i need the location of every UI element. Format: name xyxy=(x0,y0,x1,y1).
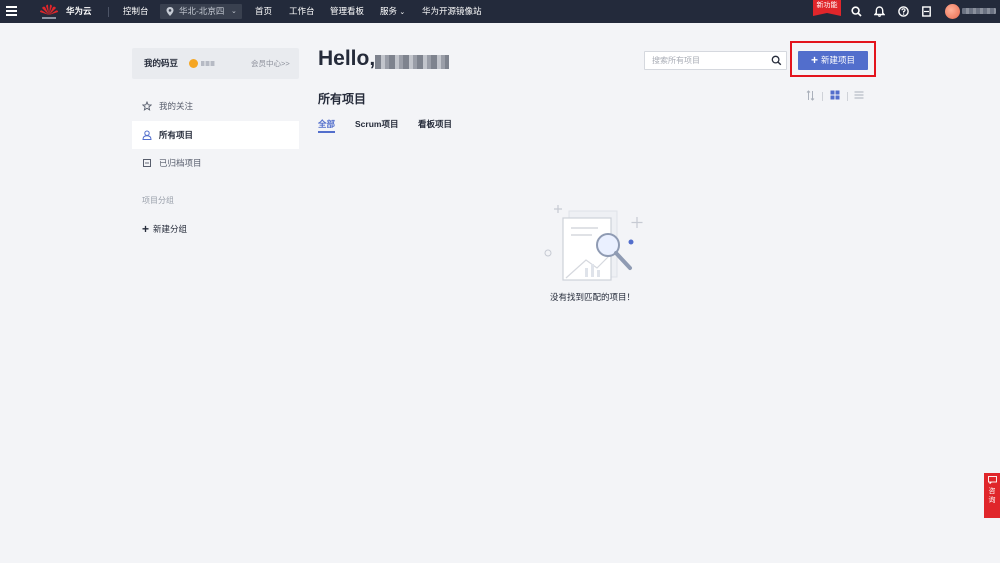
member-center-link[interactable]: 会员中心>> xyxy=(251,48,290,79)
chevron-down-icon: ⌄ xyxy=(231,8,237,15)
section-title: 所有项目 xyxy=(318,92,367,106)
new-project-label: 新建项目 xyxy=(821,55,856,65)
location-pin-icon xyxy=(166,7,174,16)
nav-services-label: 服务 xyxy=(380,6,398,16)
sidebar-item-label: 已归档项目 xyxy=(159,158,202,168)
region-selector[interactable]: 华北-北京四 ⌄ xyxy=(160,4,242,19)
sort-icon[interactable] xyxy=(806,90,815,101)
user-icon xyxy=(142,130,152,140)
divider xyxy=(108,7,109,17)
consult-label: 咨 询 xyxy=(988,488,996,504)
consult-float-button[interactable]: 咨 询 xyxy=(984,473,1000,518)
sidebar-item-archived[interactable]: 已归档项目 xyxy=(132,149,299,177)
empty-state-illustration xyxy=(544,205,643,281)
bell-icon[interactable] xyxy=(874,6,885,17)
search-icon[interactable] xyxy=(851,6,862,17)
username-redacted xyxy=(375,55,449,69)
empty-state-message: 没有找到匹配的项目！ xyxy=(549,292,635,302)
nav-dashboard[interactable]: 管理看板 xyxy=(330,0,364,23)
nav-workbench[interactable]: 工作台 xyxy=(289,0,315,23)
list-view-icon[interactable] xyxy=(854,90,864,100)
grid-view-icon[interactable] xyxy=(830,90,840,100)
region-label: 华北-北京四 xyxy=(179,6,225,16)
tab-all[interactable]: 全部 xyxy=(318,118,335,130)
nav-services[interactable]: 服务 ⌄ xyxy=(380,0,405,23)
sidebar-item-all-projects[interactable]: 所有项目 xyxy=(132,121,299,149)
coin-value-redacted xyxy=(201,61,215,66)
sidebar-item-label: 所有项目 xyxy=(159,130,194,140)
coin-icon xyxy=(189,59,198,68)
username-redacted[interactable] xyxy=(962,8,996,14)
chevron-down-icon: ⌄ xyxy=(399,9,406,16)
new-project-button[interactable]: + 新建项目 xyxy=(798,51,868,70)
brand-name[interactable]: 华为云 xyxy=(66,0,92,23)
search-placeholder: 搜索所有项目 xyxy=(652,56,700,65)
tab-kanban[interactable]: 看板项目 xyxy=(418,118,452,130)
huawei-logo[interactable] xyxy=(38,3,60,20)
active-tab-indicator xyxy=(318,131,335,133)
console-link[interactable]: 控制台 xyxy=(123,0,149,23)
code-bean-title: 我的码豆 xyxy=(144,58,179,68)
help-icon[interactable] xyxy=(898,6,909,17)
menu-icon[interactable] xyxy=(6,6,17,16)
nav-home[interactable]: 首页 xyxy=(255,0,272,23)
archive-icon xyxy=(143,159,151,167)
tab-scrum[interactable]: Scrum项目 xyxy=(355,118,398,130)
project-group-heading: 项目分组 xyxy=(142,196,174,205)
new-feature-badge[interactable]: 新功能 xyxy=(813,0,841,16)
new-group-label: 新建分组 xyxy=(153,224,188,234)
view-toolbar xyxy=(806,90,866,102)
avatar[interactable] xyxy=(945,4,960,19)
nav-open-source-mirror[interactable]: 华为开源镜像站 xyxy=(422,0,482,23)
chat-icon xyxy=(987,476,997,485)
plus-icon: + xyxy=(810,53,818,67)
plus-icon: + xyxy=(142,222,150,236)
sidebar-item-label: 我的关注 xyxy=(159,101,194,111)
divider xyxy=(822,92,823,101)
search-icon[interactable] xyxy=(771,55,782,66)
sidebar-item-following[interactable]: 我的关注 xyxy=(132,92,299,120)
star-icon xyxy=(142,101,152,111)
divider xyxy=(847,92,848,101)
new-group-button[interactable]: + 新建分组 xyxy=(142,222,187,236)
project-search-input[interactable]: 搜索所有项目 xyxy=(644,51,787,70)
code-bean-card: 我的码豆 会员中心>> xyxy=(132,48,299,79)
greeting: Hello, xyxy=(318,47,376,70)
calendar-icon[interactable] xyxy=(921,6,932,17)
top-navigation-bar: 华为云 控制台 华北-北京四 ⌄ 首页 工作台 管理看板 服务 ⌄ 华为开源镜像… xyxy=(0,0,1000,23)
